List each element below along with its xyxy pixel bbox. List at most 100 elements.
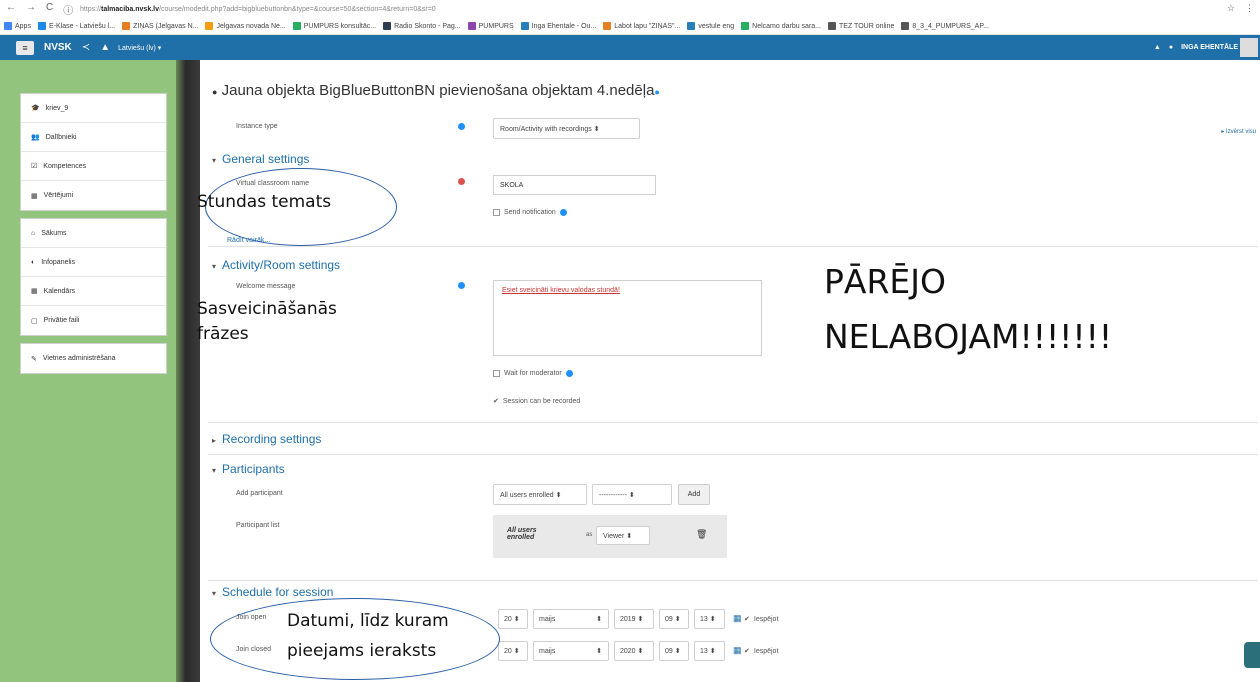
bookmark-item[interactable]: Nelcamo darbu sara... [741, 22, 821, 30]
bookmark-label: ZIŅAS (Jelgavas N... [133, 22, 199, 30]
section-general-settings[interactable]: ▾ General settings [212, 152, 309, 166]
annotation-greetings-line: frāzes [197, 324, 249, 344]
help-icon[interactable]: ● [654, 87, 659, 97]
check-icon[interactable]: ✔ [493, 397, 499, 405]
sidebar-item-label: Sākums [41, 229, 67, 237]
sidebar-item-home[interactable]: ⌂ Sākums [21, 219, 166, 248]
share-icon[interactable]: ≺ [82, 42, 90, 53]
messages-icon[interactable]: ● [1169, 44, 1173, 51]
checkbox-label: Session can be recorded [502, 397, 581, 405]
join-open-minute[interactable]: 13 ⬍ [694, 609, 725, 629]
join-closed-minute[interactable]: 13 ⬍ [694, 641, 725, 661]
bookmark-label: Nelcamo darbu sara... [752, 22, 822, 30]
calendar-icon[interactable]: ▦ [733, 613, 742, 624]
add-participant-select[interactable]: ------------ ⬍ [592, 484, 672, 505]
floating-action-button[interactable] [1244, 642, 1260, 668]
calendar-icon[interactable]: ▦ [733, 645, 742, 656]
bookmark-item[interactable]: TEZ TOUR online [828, 22, 894, 30]
participant-role-select[interactable]: Viewer ⬍ [596, 526, 650, 545]
bookmark-label: vestule eng [698, 22, 735, 30]
join-open-hour[interactable]: 09 ⬍ [659, 609, 689, 629]
session-recorded-checkbox[interactable]: ✔ Session can be recorded [493, 397, 581, 406]
bookmark-item[interactable]: vestule eng [687, 22, 734, 30]
menu-dots-icon[interactable]: ⋮ [1245, 3, 1254, 14]
section-participants[interactable]: ▾ Participants [212, 462, 285, 476]
check-icon[interactable]: ✔ [744, 615, 750, 623]
section-activity-room-settings[interactable]: ▾ Activity/Room settings [212, 258, 340, 272]
welcome-message-textarea[interactable]: Esiet sveicināti krievu valodas stundā! [493, 280, 762, 356]
participant-name: All users enrolled [507, 527, 537, 541]
participant-list: All users enrolled as Viewer ⬍ 🗑 [493, 515, 727, 558]
sidebar-item-label: Kalendārs [43, 287, 76, 295]
forward-icon[interactable]: → [26, 2, 36, 17]
bookmark-label: PUMPURS [478, 22, 514, 30]
sidebar-item-calendar[interactable]: ▦ Kalendārs [21, 277, 166, 306]
sidebar-item-grades[interactable]: ▦ Vērtējumi [21, 181, 166, 210]
bookmark-label: TEZ TOUR online [839, 22, 895, 30]
address-field[interactable]: https://talmaciba.nvsk.lv/course/modedit… [80, 6, 436, 13]
send-notification-checkbox[interactable]: Send notification [493, 209, 567, 216]
join-closed-enable[interactable]: ✔ Iespējot [744, 647, 778, 656]
annotation-topic: Stundas temats [197, 192, 332, 212]
site-home-icon[interactable]: ▲ [100, 42, 110, 53]
add-participant-button[interactable]: Add [678, 484, 710, 505]
join-open-day[interactable]: 20 ⬍ [498, 609, 528, 629]
user-name[interactable]: INGA EHENTĀLE [1181, 44, 1238, 51]
expand-all-link[interactable]: ▸ Izvērst visu [1221, 128, 1256, 135]
join-closed-month[interactable]: maijs ⬍ [533, 641, 609, 661]
info-icon[interactable]: ⓘ [63, 2, 73, 17]
star-icon[interactable]: ☆ [1227, 3, 1235, 14]
bookmark-item[interactable]: PUMPURS [467, 22, 514, 30]
virtual-classroom-input[interactable]: SKOLA [493, 175, 656, 195]
welcome-help-icon[interactable] [458, 282, 465, 289]
bookmark-item[interactable]: Inga Ehentale - Ou... [520, 22, 596, 30]
instance-type-select[interactable]: Room/Activity with recordings ⬍ [493, 118, 640, 139]
wait-moderator-checkbox[interactable]: Wait for moderator [493, 370, 573, 377]
join-open-year[interactable]: 2019 ⬍ [614, 609, 654, 629]
add-participant-type-select[interactable]: All users enrolled ⬍ [493, 484, 587, 505]
join-closed-year[interactable]: 2020 ⬍ [614, 641, 654, 661]
trash-icon[interactable]: 🗑 [696, 529, 707, 540]
back-icon[interactable]: ← [6, 2, 16, 17]
avatar[interactable] [1240, 38, 1258, 57]
section-recording-settings[interactable]: ▸ Recording settings [212, 432, 321, 446]
notifications-icon[interactable]: ▲ [1154, 44, 1161, 51]
help-icon[interactable] [565, 370, 573, 377]
language-menu[interactable]: Latviešu (lv) ▾ [118, 44, 161, 52]
section-schedule[interactable]: ▾ Schedule for session [212, 585, 333, 599]
bookmark-item[interactable]: Jelgavas novada Ne... [205, 22, 286, 30]
join-closed-day[interactable]: 20 ⬍ [498, 641, 528, 661]
sidebar-item-dashboard[interactable]: ◐ Infopanelis [21, 248, 166, 277]
chevron-down-icon: ▾ [212, 466, 217, 475]
checkbox[interactable] [493, 209, 500, 216]
bookmark-item[interactable]: 8_3_4_PUMPURS_AP... [901, 22, 989, 30]
join-closed-hour[interactable]: 09 ⬍ [659, 641, 689, 661]
bookmark-item[interactable]: Apps [4, 22, 31, 30]
join-open-enable[interactable]: ✔ Iespējot [744, 615, 778, 624]
sidebar-item-private-files[interactable]: ▢ Privātie faili [21, 306, 166, 335]
bookmark-item[interactable]: E-Klase - Latviešu l... [37, 22, 115, 30]
site-navbar: ≡ NVSK ≺ ▲ Latviešu (lv) ▾ ▲ ● INGA EHEN… [0, 35, 1260, 60]
bookmark-item[interactable]: Radio Skonto - Pag... [383, 22, 461, 30]
bookmark-item[interactable]: Labot lapu "ZIŅAS"... [603, 22, 680, 30]
section-title: Activity/Room settings [222, 258, 341, 272]
checkbox[interactable] [493, 370, 500, 377]
sidebar-item-participants[interactable]: 👥 Dalībnieki [21, 123, 166, 152]
gear-icon: ● [212, 87, 218, 97]
sidebar-item-course[interactable]: 🎓 kriev_9 [21, 94, 166, 123]
bookmark-icon [37, 22, 46, 30]
site-brand[interactable]: NVSK [44, 42, 72, 53]
user-menu[interactable]: ▲ ● INGA EHENTĀLE [1154, 44, 1238, 51]
bookmark-item[interactable]: PUMPURS konsultāc... [292, 22, 376, 30]
reload-icon[interactable]: C [46, 2, 53, 17]
bookmark-item[interactable]: ZIŅAS (Jelgavas N... [122, 22, 198, 30]
participant-list-label: Participant list [236, 522, 280, 529]
check-icon[interactable]: ✔ [744, 647, 750, 655]
join-open-month[interactable]: maijs ⬍ [533, 609, 609, 629]
checkbox-label: Wait for moderator [504, 370, 562, 377]
instance-type-help-icon[interactable] [458, 123, 465, 130]
sidebar-item-site-admin[interactable]: ✎ Vietnes administrēšana [21, 344, 166, 373]
menu-toggle-icon[interactable]: ≡ [16, 40, 34, 55]
help-icon[interactable] [559, 209, 567, 216]
sidebar-item-competencies[interactable]: ☑ Kompetences [21, 152, 166, 181]
